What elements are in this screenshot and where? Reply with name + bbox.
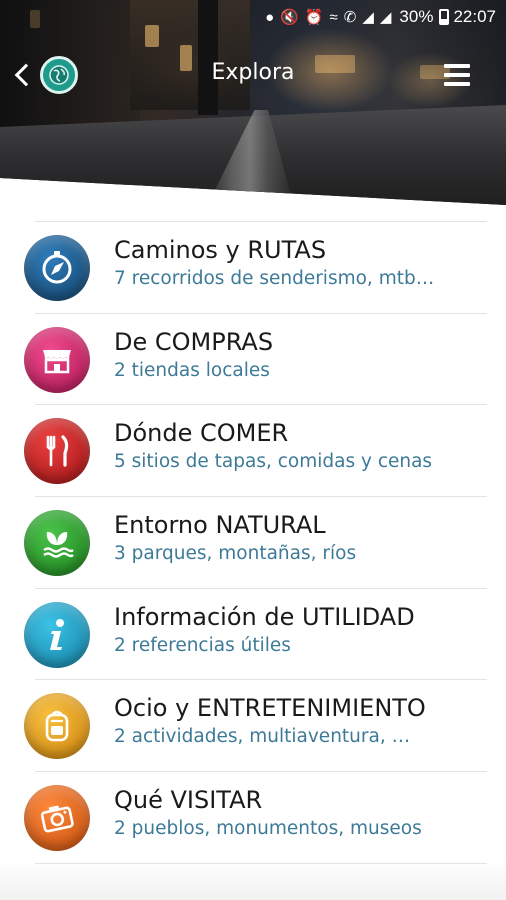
alarm-icon: ⏰ [304, 8, 324, 26]
item-subtitle: 2 tiendas locales [114, 359, 270, 381]
item-title: Entorno NATURAL [114, 511, 326, 540]
leaf-icon [24, 509, 90, 576]
signal-icon: ◢ [362, 8, 374, 26]
clock: 22:07 [453, 7, 496, 26]
item-subtitle: 7 recorridos de senderismo, mtb… [114, 268, 435, 289]
shop-icon [24, 326, 90, 393]
list-item-ocio-entretenimiento[interactable]: Ocio y ENTRETENIMIENTO 2 actividades, mu… [0, 680, 506, 772]
top-nav-bar: Explora [0, 50, 506, 100]
list-item-donde-comer[interactable]: Dónde COMER 5 sitios de tapas, comidas y… [0, 405, 506, 497]
signal-icon: ◢ [379, 8, 392, 26]
bottom-fade [0, 860, 506, 900]
battery-percent: 30% [399, 7, 434, 26]
call-icon: ✆ [343, 8, 357, 26]
hamburger-menu-icon[interactable] [444, 64, 470, 86]
compass-icon [24, 234, 90, 301]
item-title: Ocio y ENTRETENIMIENTO [114, 694, 426, 723]
list-item-que-visitar[interactable]: Qué VISITAR 2 pueblos, monumentos, museo… [0, 772, 506, 864]
item-subtitle: 3 parques, montañas, ríos [114, 543, 357, 565]
item-title: De COMPRAS [114, 327, 274, 356]
list-item-de-compras[interactable]: De COMPRAS 2 tiendas locales [0, 314, 506, 406]
location-icon: ● [265, 8, 275, 26]
wifi-icon: ≈ [329, 8, 338, 26]
status-icons: ● 🔇 ⏰ ≈ ✆ ◢ ◢ [265, 10, 391, 25]
page-title: Explora [211, 60, 295, 85]
info-icon [24, 601, 90, 668]
item-subtitle: 5 sitios de tapas, comidas y cenas [114, 451, 433, 473]
item-subtitle: 2 actividades, multiaventura, … [114, 726, 411, 748]
item-subtitle: 2 referencias útiles [114, 634, 291, 656]
list-item-caminos-rutas[interactable]: Caminos y RUTAS 7 recorridos de senderis… [0, 222, 506, 314]
item-subtitle: 2 pueblos, monumentos, museos [114, 818, 422, 840]
battery-icon [439, 9, 450, 25]
list-item-entorno-natural[interactable]: Entorno NATURAL 3 parques, montañas, río… [0, 497, 506, 589]
category-list: Caminos y RUTAS 7 recorridos de senderis… [0, 222, 506, 864]
backpack-icon [24, 693, 90, 760]
item-title: Qué VISITAR [114, 786, 263, 815]
item-title: Dónde COMER [114, 419, 289, 448]
item-title: Información de UTILIDAD [114, 602, 415, 631]
mute-icon: 🔇 [280, 8, 299, 26]
list-item-informacion-utilidad[interactable]: Información de UTILIDAD 2 referencias út… [0, 589, 506, 681]
camera-icon [24, 784, 90, 851]
item-title: Caminos y RUTAS [114, 236, 327, 264]
fork-knife-icon [24, 418, 90, 485]
status-bar: ● 🔇 ⏰ ≈ ✆ ◢ ◢ 30% 22:07 [0, 0, 506, 34]
